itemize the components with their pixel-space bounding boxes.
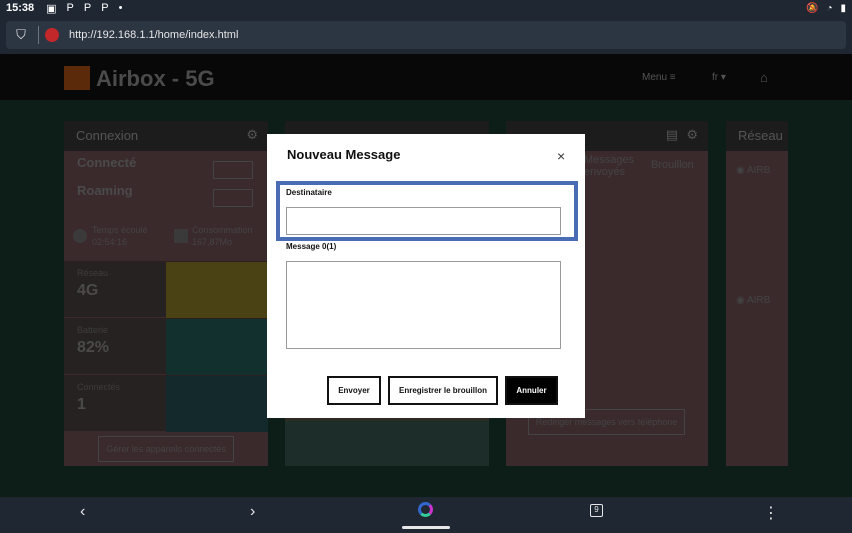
connexion-card: Connexion ⚙ Connecté Roaming Temps écoul… (64, 121, 268, 466)
recipient-input[interactable] (286, 207, 561, 235)
dot-icon: • (118, 2, 123, 14)
status-bar: 15:38 ▣ P P P • 🔕 ◔ ▮ (0, 0, 852, 16)
wifi-icon: ◔ (826, 2, 833, 14)
divider (38, 26, 39, 44)
elapsed-time-value: 02:54:16 (92, 237, 128, 247)
close-icon[interactable]: × (557, 148, 565, 164)
network-card: Réseau ◉ AIRB ◉ AIRB (726, 121, 788, 466)
language-select[interactable]: fr ▾ (712, 72, 726, 83)
send-button[interactable]: Envoyer (327, 376, 381, 405)
p-icon: P (66, 2, 74, 14)
browser-logo-icon[interactable] (418, 502, 433, 517)
forward-icon[interactable]: › (250, 503, 255, 521)
more-menu-icon[interactable]: ⋮ (763, 503, 779, 523)
view-devices-button[interactable]: Gérer les appareils connectés (98, 436, 234, 462)
network-item-2-label: AIRB (746, 295, 771, 306)
battery-label: Batterie (77, 325, 109, 335)
connexion-card-header: Connexion ⚙ (64, 121, 268, 151)
connection-status: Connecté (77, 155, 137, 170)
middle-illustration (285, 421, 489, 466)
save-draft-button[interactable]: Enregistrer le brouillon (388, 376, 498, 405)
new-message-dialog: Nouveau Message × Destinataire Message 0… (267, 134, 585, 418)
p-icon: P (101, 2, 109, 14)
wifi-router-icon: ◉ (736, 165, 745, 176)
language-label: fr (712, 72, 719, 83)
people-illustration (166, 376, 268, 432)
site-favicon-icon (45, 28, 59, 42)
clock-icon (73, 229, 87, 243)
elapsed-time-label: Temps écoulé (92, 225, 148, 235)
p-icon: P (83, 2, 92, 14)
site-header: Airbox - 5G Menu ≡ fr ▾ ⌂ (0, 54, 852, 100)
battery-icon: ▮ (840, 2, 846, 14)
battery-value: 82% (77, 339, 110, 356)
network-item-1[interactable]: ◉ AIRB (736, 165, 770, 176)
orange-logo (64, 66, 90, 90)
connected-value: 1 (77, 396, 86, 413)
cancel-button[interactable]: Annuler (505, 376, 558, 405)
network-tile: Réseau 4G (64, 261, 268, 318)
messages-icon[interactable]: ▤ (666, 127, 678, 143)
shield-icon[interactable]: ⛉ (10, 27, 32, 43)
network-item-1-label: AIRB (746, 165, 771, 176)
wifi-router-icon: ◉ (736, 295, 745, 306)
roaming-label: Roaming (77, 183, 133, 198)
consumption-icon (174, 229, 188, 243)
connected-tile: Connectés 1 (64, 375, 268, 432)
battery-illustration (166, 319, 268, 375)
url-bar[interactable]: ⛉ http://192.168.1.1/home/index.html (6, 21, 846, 49)
dialog-title: Nouveau Message (287, 147, 401, 162)
connexion-title: Connexion (76, 128, 139, 143)
mute-icon: 🔕 (805, 2, 819, 14)
tab-sent-messages[interactable]: Messages envoyés (584, 154, 644, 178)
recipient-label: Destinataire (286, 188, 332, 197)
image-icon: ▣ (46, 2, 57, 15)
network-item-2[interactable]: ◉ AIRB (736, 295, 770, 306)
back-icon[interactable]: ‹ (80, 503, 85, 521)
roaming-toggle[interactable] (213, 189, 253, 207)
tab-draft[interactable]: Brouillon (651, 159, 694, 171)
connected-label: Connectés (77, 382, 121, 392)
browser-toolbar: ⛉ http://192.168.1.1/home/index.html (0, 16, 852, 54)
message-label: Message 0(1) (286, 242, 337, 251)
browser-bottom-nav: ‹ › 9 ⋮ (0, 497, 852, 533)
consumption-value: 167,87Mo (192, 237, 233, 247)
consumption-label: Consommation (192, 225, 253, 235)
network-card-header: Réseau (726, 121, 788, 151)
tab-switcher-icon[interactable]: 9 (590, 504, 603, 517)
laptop-illustration (166, 262, 268, 318)
menu-label: Menu (642, 72, 668, 83)
connection-toggle[interactable] (213, 161, 253, 179)
network-value: 4G (77, 282, 99, 299)
menu-link[interactable]: Menu ≡ (642, 72, 676, 83)
site-brand: Airbox - 5G (96, 66, 215, 91)
status-time: 15:38 (6, 2, 35, 14)
gear-icon[interactable]: ⚙ (246, 127, 258, 143)
gear-icon[interactable]: ⚙ (686, 127, 698, 143)
battery-tile: Batterie 82% (64, 318, 268, 375)
message-textarea[interactable] (286, 261, 561, 349)
network-label: Réseau (77, 268, 109, 278)
home-indicator (402, 526, 450, 529)
home-icon[interactable]: ⌂ (760, 70, 768, 85)
url-text[interactable]: http://192.168.1.1/home/index.html (69, 29, 238, 41)
